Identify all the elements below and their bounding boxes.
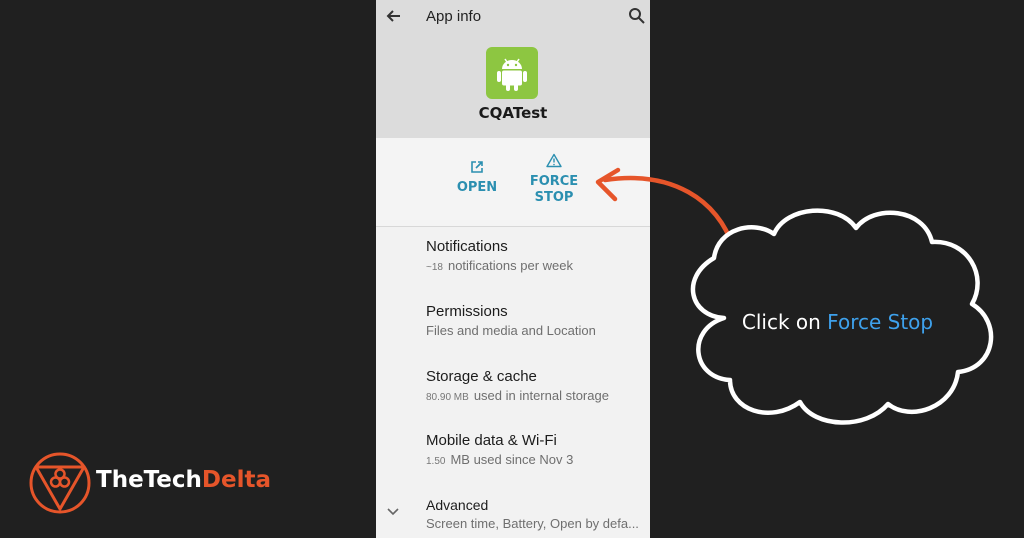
app-info-header: App info CQATest [376, 0, 650, 138]
brand-name: TheTechDelta [96, 467, 271, 493]
notifications-subtitle: notifications per week [447, 258, 573, 273]
page-title: App info [426, 8, 482, 25]
notifications-count: ~18 [426, 262, 443, 273]
open-label: OPEN [456, 180, 498, 195]
brand-name-part2: Delta [201, 467, 271, 493]
storage-subtitle: used in internal storage [473, 388, 609, 403]
storage-cache-item[interactable]: Storage & cache 80.90 MB used in internal… [426, 368, 648, 403]
mobile-data-title: Mobile data & Wi-Fi [426, 432, 557, 449]
permissions-title: Permissions [426, 303, 508, 320]
storage-title: Storage & cache [426, 368, 537, 385]
back-arrow-icon[interactable] [384, 6, 404, 26]
search-icon[interactable] [628, 7, 646, 25]
permissions-subtitle: Files and media and Location [426, 323, 596, 338]
open-button[interactable]: OPEN [442, 160, 512, 196]
callout-prefix: Click on [741, 310, 828, 334]
callout-highlight: Force Stop [827, 310, 934, 334]
notifications-title: Notifications [426, 238, 508, 255]
app-actions: OPEN FORCE STOP [376, 138, 650, 227]
storage-size: 80.90 MB [426, 392, 469, 403]
permissions-item[interactable]: Permissions Files and media and Location [426, 303, 648, 338]
mobile-data-item[interactable]: Mobile data & Wi-Fi 1.50 MB used since No… [426, 432, 648, 467]
notifications-item[interactable]: Notifications ~18 notifications per week [426, 238, 648, 273]
brand-name-part1: TheTech [96, 467, 202, 493]
warning-icon [546, 153, 562, 168]
force-stop-button[interactable]: FORCE STOP [516, 153, 592, 206]
phone-screen: App info CQATest OPEN FORCE STOP Notific… [376, 0, 650, 538]
app-name: CQATest [478, 104, 548, 122]
force-stop-label: FORCE STOP [529, 174, 579, 205]
android-app-icon [486, 47, 538, 99]
brand-logo-icon [29, 452, 91, 514]
callout-text: Click on Force Stop [680, 310, 995, 334]
advanced-item[interactable]: Advanced Screen time, Battery, Open by d… [426, 497, 648, 531]
mobile-data-subtitle: MB used since Nov 3 [450, 452, 574, 467]
open-external-icon [471, 161, 483, 173]
chevron-down-icon [387, 508, 399, 516]
advanced-subtitle: Screen time, Battery, Open by defa... [426, 516, 639, 531]
advanced-title: Advanced [426, 497, 489, 513]
mobile-data-amount: 1.50 [426, 456, 446, 467]
